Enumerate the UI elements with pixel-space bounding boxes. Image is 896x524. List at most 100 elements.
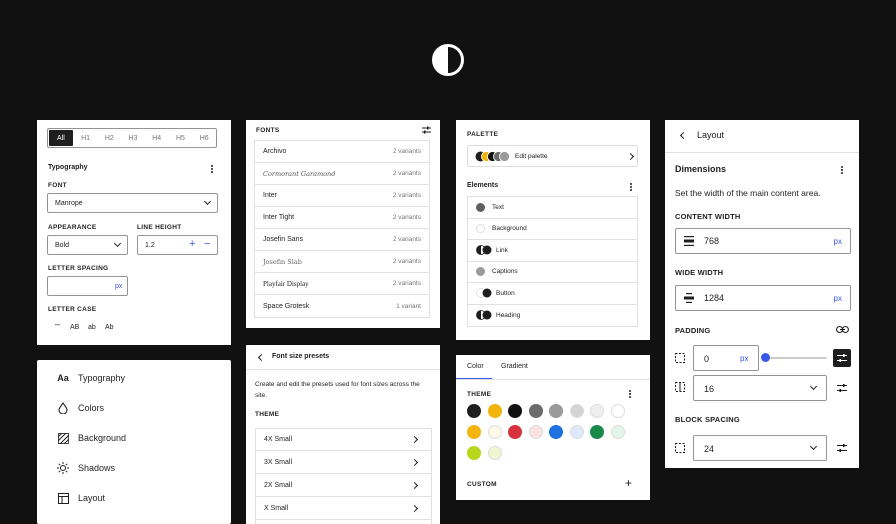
color-swatch[interactable] <box>610 404 625 418</box>
font-label: FONT <box>48 182 67 189</box>
more-options-icon[interactable] <box>841 169 843 171</box>
more-options-icon[interactable] <box>630 186 632 188</box>
element-row-link[interactable]: Link <box>468 240 638 262</box>
font-name: Josefin Sans <box>263 236 304 243</box>
case-lowercase[interactable]: ab <box>88 324 96 331</box>
presets-list: 4X Small 3X Small 2X Small X Small <box>255 428 432 524</box>
nav-item-shadows[interactable]: Shadows <box>57 458 115 478</box>
letter-case-label: LETTER CASE <box>48 306 97 313</box>
color-swatch[interactable] <box>528 404 543 418</box>
block-spacing-select[interactable]: 24 <box>693 435 827 461</box>
nav-item-label: Background <box>78 433 127 443</box>
divider <box>665 152 859 153</box>
element-row-text[interactable]: Text <box>468 197 638 219</box>
wide-width-unit[interactable]: px <box>834 294 842 303</box>
tab-h4[interactable]: H4 <box>145 129 169 147</box>
more-options-icon[interactable] <box>629 393 631 395</box>
layout-back-title: Layout <box>697 130 725 140</box>
decrement-icon[interactable]: − <box>204 238 210 250</box>
increment-icon[interactable]: + <box>189 238 195 250</box>
element-row-captions[interactable]: Captions <box>468 262 638 283</box>
settings-sliders-icon[interactable] <box>422 126 431 134</box>
preset-row[interactable]: X Small <box>256 498 431 520</box>
font-row[interactable]: Archivo 2 variants <box>255 141 429 163</box>
content-width-input[interactable]: 768 px <box>675 228 851 254</box>
font-select[interactable]: Manrope <box>47 193 218 213</box>
nav-item-colors[interactable]: Colors <box>57 398 104 418</box>
appearance-select[interactable]: Bold <box>47 235 128 255</box>
color-swatch[interactable] <box>487 425 502 439</box>
color-swatch[interactable] <box>528 425 543 439</box>
color-swatch[interactable] <box>487 446 502 460</box>
tab-h3[interactable]: H3 <box>121 129 145 147</box>
sliders-icon[interactable] <box>837 383 847 393</box>
wide-width-input[interactable]: 1284 px <box>675 285 851 311</box>
color-swatch[interactable] <box>508 404 522 418</box>
color-swatch[interactable] <box>467 404 481 418</box>
line-height-input[interactable]: 1.2 + − <box>137 235 218 255</box>
back-chevron-icon[interactable] <box>679 131 688 140</box>
edit-palette-button[interactable]: Edit palette <box>467 145 638 167</box>
palette-label: PALETTE <box>467 131 499 138</box>
element-row-heading[interactable]: Heading <box>468 305 638 327</box>
case-uppercase[interactable]: AB <box>70 324 79 331</box>
preset-row[interactable]: 4X Small <box>256 429 431 451</box>
tab-h6[interactable]: H6 <box>192 129 216 147</box>
color-swatch[interactable] <box>467 446 481 460</box>
chevron-right-icon <box>626 152 635 161</box>
font-name: Inter <box>263 192 278 199</box>
custom-values-button[interactable] <box>833 349 851 367</box>
case-none-icon[interactable]: – <box>55 319 60 329</box>
preset-row[interactable]: 3X Small <box>256 452 431 474</box>
element-row-background[interactable]: Background <box>468 219 638 240</box>
back-chevron-icon[interactable] <box>257 353 266 362</box>
padding-value-input[interactable]: 0 px <box>693 345 759 371</box>
font-row[interactable]: Inter Tight 2 variants <box>255 207 429 229</box>
case-capitalize[interactable]: Ab <box>105 324 114 331</box>
tab-gradient[interactable]: Gradient <box>501 363 528 370</box>
letter-spacing-unit[interactable]: px <box>115 283 122 290</box>
divider <box>456 379 650 380</box>
element-row-button[interactable]: Button <box>468 283 638 305</box>
fonts-panel: FONTS Archivo 2 variants Cormorant Garamo… <box>246 120 440 328</box>
tab-color[interactable]: Color <box>467 363 484 370</box>
padding-preset-select[interactable]: 16 <box>693 375 827 401</box>
font-row[interactable]: Josefin Sans 2 variants <box>255 229 429 251</box>
nav-item-typography[interactable]: Aa Typography <box>57 368 125 388</box>
tab-h1[interactable]: H1 <box>74 129 98 147</box>
padding-slider-thumb[interactable] <box>761 353 770 362</box>
color-swatch[interactable] <box>590 404 604 418</box>
nav-item-background[interactable]: Background <box>57 428 126 448</box>
tab-h5[interactable]: H5 <box>169 129 193 147</box>
color-swatch[interactable] <box>508 425 522 439</box>
more-options-icon[interactable] <box>211 168 213 170</box>
line-height-value: 1.2 <box>145 242 155 249</box>
color-swatch[interactable] <box>467 425 481 439</box>
padding-unit[interactable]: px <box>740 354 748 363</box>
padding-slider-track[interactable] <box>765 357 827 359</box>
color-swatch[interactable] <box>610 425 625 439</box>
font-row[interactable]: Cormorant Garamond 2 variants <box>255 163 429 185</box>
nav-item-label: Typography <box>78 373 126 383</box>
font-row[interactable]: Space Grotesk 1 variant <box>255 295 429 317</box>
font-row[interactable]: Inter 2 variants <box>255 185 429 207</box>
link-sides-icon[interactable] <box>836 325 849 334</box>
tab-all[interactable]: All <box>49 130 73 146</box>
font-row[interactable]: Playfair Display 2 variants <box>255 273 429 295</box>
color-swatch[interactable] <box>569 404 584 418</box>
content-width-unit[interactable]: px <box>834 237 842 246</box>
preset-row[interactable]: 2X Small <box>256 475 431 497</box>
nav-item-layout[interactable]: Layout <box>57 488 105 508</box>
color-swatch[interactable] <box>487 404 502 418</box>
wide-width-icon <box>684 293 694 303</box>
sliders-icon[interactable] <box>837 443 847 453</box>
tab-h2[interactable]: H2 <box>97 129 121 147</box>
letter-spacing-input[interactable]: px <box>47 276 128 296</box>
color-swatch[interactable] <box>569 425 584 439</box>
color-swatch[interactable] <box>590 425 604 439</box>
elements-list: Text Background Link Captions Button Hea… <box>467 196 638 327</box>
add-color-icon[interactable]: + <box>625 476 632 490</box>
color-swatch[interactable] <box>549 404 563 418</box>
font-row[interactable]: Josefin Slab 2 variants <box>255 251 429 273</box>
color-swatch[interactable] <box>549 425 563 439</box>
